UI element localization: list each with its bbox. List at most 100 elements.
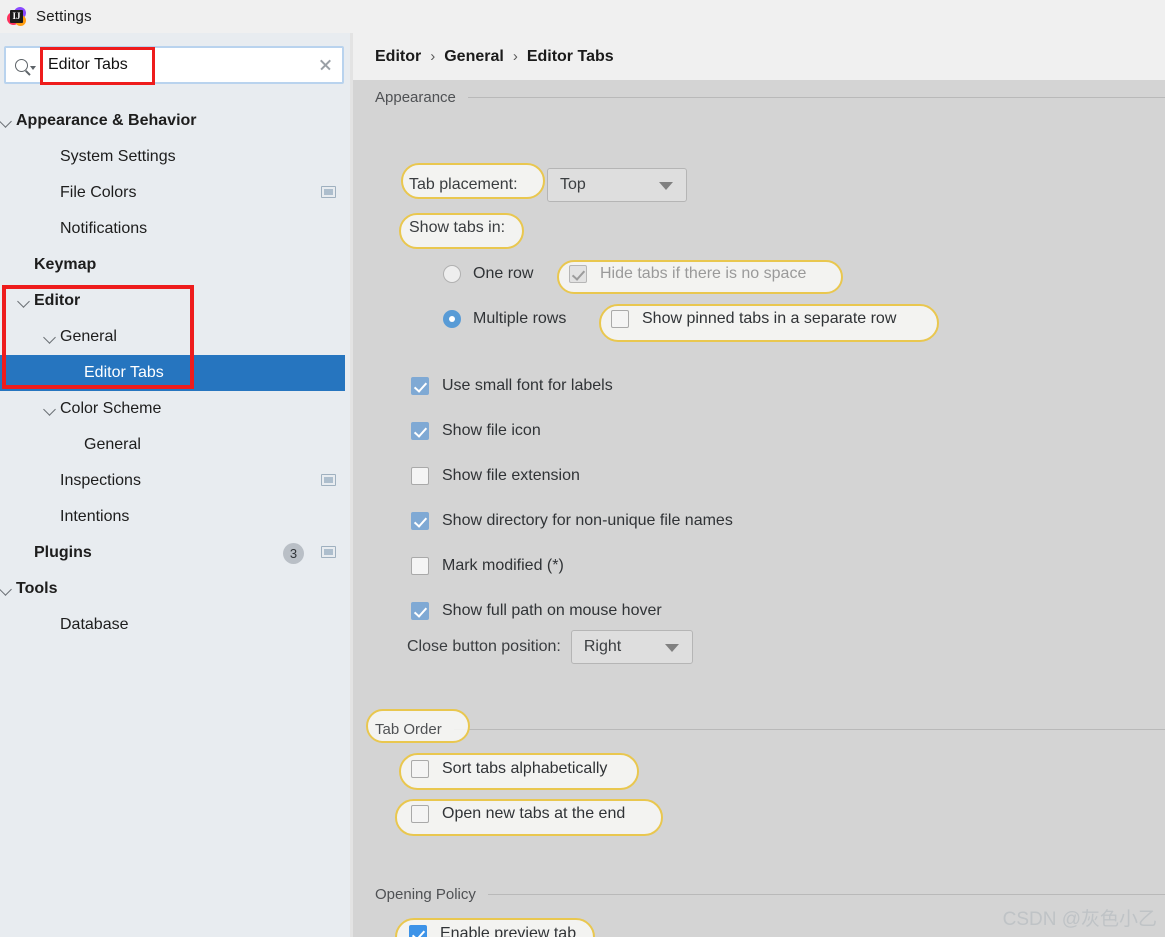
window-title: Settings — [36, 8, 92, 25]
checkbox-row[interactable]: Show file icon — [411, 408, 733, 453]
checkbox-row[interactable]: Use small font for labels — [411, 363, 733, 408]
opening-policy-group-header: Opening Policy — [375, 886, 1165, 903]
sidebar-item-badge: 3 — [283, 543, 304, 564]
chevron-down-icon — [665, 644, 679, 652]
sidebar-item-inspections[interactable]: Inspections — [0, 463, 350, 499]
checkbox-show-file-icon[interactable] — [411, 422, 429, 440]
checkbox-label: Show file extension — [442, 467, 580, 485]
search-box[interactable] — [4, 46, 344, 84]
sort-tabs-label: Sort tabs alphabetically — [442, 760, 607, 778]
checkbox-row[interactable]: Show directory for non-unique file names — [411, 498, 733, 543]
pinned-tabs-label: Show pinned tabs in a separate row — [642, 310, 896, 328]
show-tabs-in-row: Show tabs in: — [409, 219, 505, 237]
sidebar-item-tools[interactable]: Tools — [0, 571, 350, 607]
checkbox-use-small-font-for-labels[interactable] — [411, 377, 429, 395]
sidebar-item-file-colors[interactable]: File Colors — [0, 175, 350, 211]
chevron-down-icon[interactable] — [0, 581, 14, 597]
sidebar-item-general[interactable]: General — [0, 427, 350, 463]
checkbox-mark-modified[interactable] — [411, 557, 429, 575]
sidebar-item-label: Keymap — [34, 256, 96, 274]
checkbox-row[interactable]: Show full path on mouse hover — [411, 588, 733, 633]
one-row-radio[interactable] — [443, 265, 461, 283]
sidebar-item-label: General — [84, 436, 141, 454]
appearance-checkbox-list: Use small font for labels Show file icon S… — [411, 363, 733, 633]
one-row-option[interactable]: One row — [443, 265, 533, 283]
sidebar-item-general[interactable]: General — [0, 319, 350, 355]
multiple-rows-label: Multiple rows — [473, 310, 566, 328]
sidebar-item-label: File Colors — [60, 184, 136, 202]
enable-preview-tab-option[interactable]: Enable preview tab — [409, 925, 576, 937]
chevron-down-icon[interactable] — [0, 113, 14, 129]
checkbox-show-file-extension[interactable] — [411, 467, 429, 485]
chevron-down-icon[interactable] — [16, 293, 32, 309]
sidebar-item-editor[interactable]: Editor — [0, 283, 350, 319]
title-bar: IJ Settings — [0, 0, 1165, 33]
sidebar-item-color-scheme[interactable]: Color Scheme — [0, 391, 350, 427]
close-button-position-row: Close button position: Right — [407, 630, 693, 664]
multiple-rows-radio[interactable] — [443, 310, 461, 328]
panel-icon — [321, 546, 336, 558]
appearance-group-header: Appearance — [375, 89, 1165, 106]
breadcrumb-part-1[interactable]: General — [444, 48, 504, 66]
breadcrumb: Editor › General › Editor Tabs — [353, 33, 1165, 80]
chevron-down-icon[interactable] — [42, 401, 58, 417]
sidebar-item-keymap[interactable]: Keymap — [0, 247, 350, 283]
tab-placement-row: Tab placement: Top — [409, 168, 687, 202]
checkbox-row[interactable]: Show file extension — [411, 453, 733, 498]
show-tabs-in-label: Show tabs in: — [409, 219, 505, 237]
open-new-tabs-label: Open new tabs at the end — [442, 805, 625, 823]
sidebar-item-appearance-behavior[interactable]: Appearance & Behavior — [0, 103, 350, 139]
pinned-tabs-checkbox[interactable] — [611, 310, 629, 328]
sidebar-item-label: General — [60, 328, 117, 346]
checkbox-label: Show directory for non-unique file names — [442, 512, 733, 530]
pinned-tabs-option[interactable]: Show pinned tabs in a separate row — [611, 310, 896, 328]
appearance-group-title: Appearance — [375, 89, 456, 106]
group-divider-line — [488, 894, 1165, 895]
clear-icon[interactable] — [308, 48, 342, 82]
tab-placement-value: Top — [548, 176, 586, 194]
checkbox-label: Show file icon — [442, 422, 541, 440]
open-new-tabs-option[interactable]: Open new tabs at the end — [411, 805, 625, 823]
settings-content-panel: Editor › General › Editor Tabs Appearanc… — [353, 33, 1165, 937]
checkbox-show-directory-for-non-unique-file-names[interactable] — [411, 512, 429, 530]
sidebar-item-label: Inspections — [60, 472, 141, 490]
watermark: CSDN @灰色小乙 — [1003, 904, 1157, 931]
checkbox-label: Mark modified (*) — [442, 557, 564, 575]
one-row-label: One row — [473, 265, 533, 283]
breadcrumb-part-0[interactable]: Editor — [375, 48, 421, 66]
sidebar-item-label: Database — [60, 616, 129, 634]
settings-sidebar: Appearance & BehaviorSystem Settings File… — [0, 33, 350, 937]
open-new-tabs-checkbox[interactable] — [411, 805, 429, 823]
sidebar-item-system-settings[interactable]: System Settings — [0, 139, 350, 175]
chevron-down-icon — [659, 182, 673, 190]
enable-preview-tab-checkbox[interactable] — [409, 925, 427, 937]
sidebar-item-notifications[interactable]: Notifications — [0, 211, 350, 247]
sidebar-item-label: Editor Tabs — [84, 364, 164, 382]
checkbox-show-full-path-on-mouse-hover[interactable] — [411, 602, 429, 620]
chevron-down-icon[interactable] — [42, 329, 58, 345]
sidebar-item-plugins[interactable]: Plugins3 — [0, 535, 350, 571]
group-divider-line — [454, 729, 1165, 730]
sidebar-item-intentions[interactable]: Intentions — [0, 499, 350, 535]
opening-policy-group-title: Opening Policy — [375, 886, 476, 903]
multiple-rows-option[interactable]: Multiple rows — [443, 310, 566, 328]
sidebar-item-editor-tabs[interactable]: Editor Tabs — [0, 355, 350, 391]
breadcrumb-separator-1: › — [513, 48, 518, 65]
breadcrumb-separator-0: › — [430, 48, 435, 65]
settings-tree: Appearance & BehaviorSystem Settings File… — [0, 103, 350, 643]
sidebar-item-label: Tools — [16, 580, 57, 598]
tab-order-group-header: Tab Order — [375, 721, 1165, 738]
close-button-position-combo[interactable]: Right — [571, 630, 693, 664]
sort-tabs-option[interactable]: Sort tabs alphabetically — [411, 760, 607, 778]
checkbox-row[interactable]: Mark modified (*) — [411, 543, 733, 588]
tab-placement-combo[interactable]: Top — [547, 168, 687, 202]
settings-content: Appearance Tab placement: Top Show tabs … — [353, 80, 1165, 937]
hide-tabs-checkbox — [569, 265, 587, 283]
search-input[interactable] — [44, 56, 308, 74]
sidebar-item-label: Color Scheme — [60, 400, 161, 418]
search-icon[interactable] — [6, 48, 44, 82]
sort-tabs-checkbox[interactable] — [411, 760, 429, 778]
hide-tabs-label: Hide tabs if there is no space — [600, 265, 806, 283]
enable-preview-tab-label: Enable preview tab — [440, 925, 576, 937]
sidebar-item-database[interactable]: Database — [0, 607, 350, 643]
